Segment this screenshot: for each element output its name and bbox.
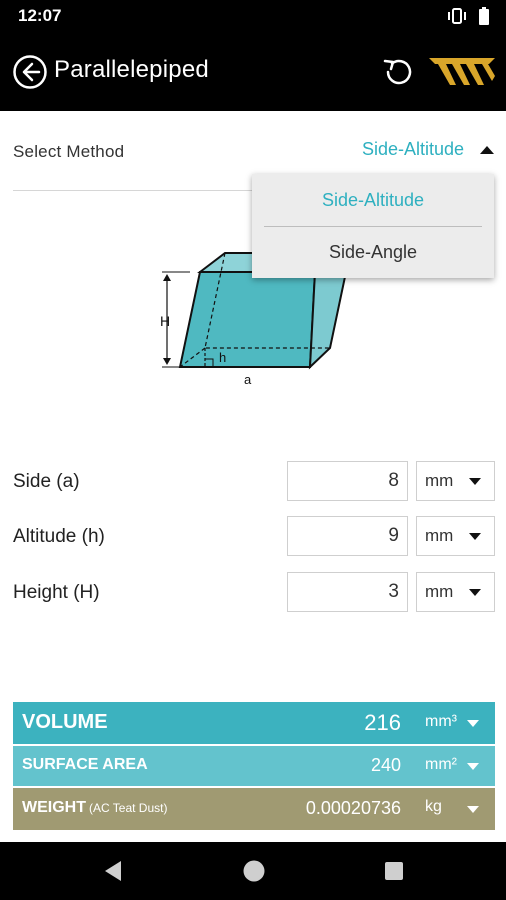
weight-unit-select[interactable]: kg [425,798,442,816]
surface-area-value: 240 [370,755,401,775]
nav-recent-icon[interactable] [384,861,404,881]
weight-row: WEIGHT (AC Teat Dust) 0.00020736 kg [13,788,495,830]
weight-label: WEIGHT [22,799,86,816]
volume-row: VOLUME 216 mm³ [13,702,495,744]
vibrate-icon [448,8,466,24]
app-bar: Parallelepiped [0,32,506,111]
status-icons [446,7,490,25]
height-input[interactable]: 3 [287,572,408,612]
page-title: Parallelepiped [54,56,209,83]
back-icon[interactable] [12,54,48,90]
logo-icon [429,58,495,85]
altitude-label: Altitude (h) [13,526,105,547]
nav-home-icon[interactable] [242,859,266,883]
height-row: Height (H) 3 mm [0,572,506,614]
method-select[interactable]: Side-Altitude [362,139,464,160]
system-nav-bar [0,842,506,900]
volume-unit-select[interactable]: mm³ [425,713,457,731]
method-option-side-altitude[interactable]: Side-Altitude [252,174,494,226]
caret-up-icon[interactable] [480,146,494,154]
chevron-down-icon [469,533,481,540]
weight-label-group: WEIGHT (AC Teat Dust) [22,799,167,817]
chevron-down-icon [469,589,481,596]
altitude-unit-select[interactable]: mm [416,516,495,556]
altitude-unit: mm [425,526,454,545]
altitude-input[interactable]: 9 [287,516,408,556]
side-row: Side (a) 8 mm [0,461,506,503]
chevron-down-icon[interactable] [467,720,479,727]
status-time: 12:07 [18,6,62,25]
volume-value: 216 [364,710,401,735]
surface-area-unit-select[interactable]: mm² [425,756,457,774]
divider [13,190,253,191]
surface-area-row: SURFACE AREA 240 mm² [13,746,495,786]
diagram-label-h: h [219,350,226,365]
side-input[interactable]: 8 [287,461,408,501]
height-label: Height (H) [13,582,100,603]
select-method-label: Select Method [13,142,125,161]
side-unit: mm [425,471,454,490]
battery-icon [479,7,489,25]
side-unit-select[interactable]: mm [416,461,495,501]
height-unit-select[interactable]: mm [416,572,495,612]
chevron-down-icon[interactable] [467,806,479,813]
side-label: Side (a) [13,471,80,492]
status-bar: 12:07 [0,0,506,32]
surface-area-label: SURFACE AREA [22,756,148,773]
chevron-down-icon [469,478,481,485]
reset-icon[interactable] [380,54,416,90]
diagram-label-H: H [160,313,170,329]
chevron-down-icon[interactable] [467,763,479,770]
height-unit: mm [425,582,454,601]
altitude-row: Altitude (h) 9 mm [0,516,506,558]
method-option-side-angle[interactable]: Side-Angle [252,226,494,278]
nav-back-icon[interactable] [103,860,123,882]
method-dropdown-menu: Side-Altitude Side-Angle [252,174,494,278]
weight-material-note[interactable]: (AC Teat Dust) [89,801,167,815]
volume-label: VOLUME [22,711,108,733]
weight-value: 0.00020736 [305,798,401,818]
diagram-label-a: a [244,372,252,387]
